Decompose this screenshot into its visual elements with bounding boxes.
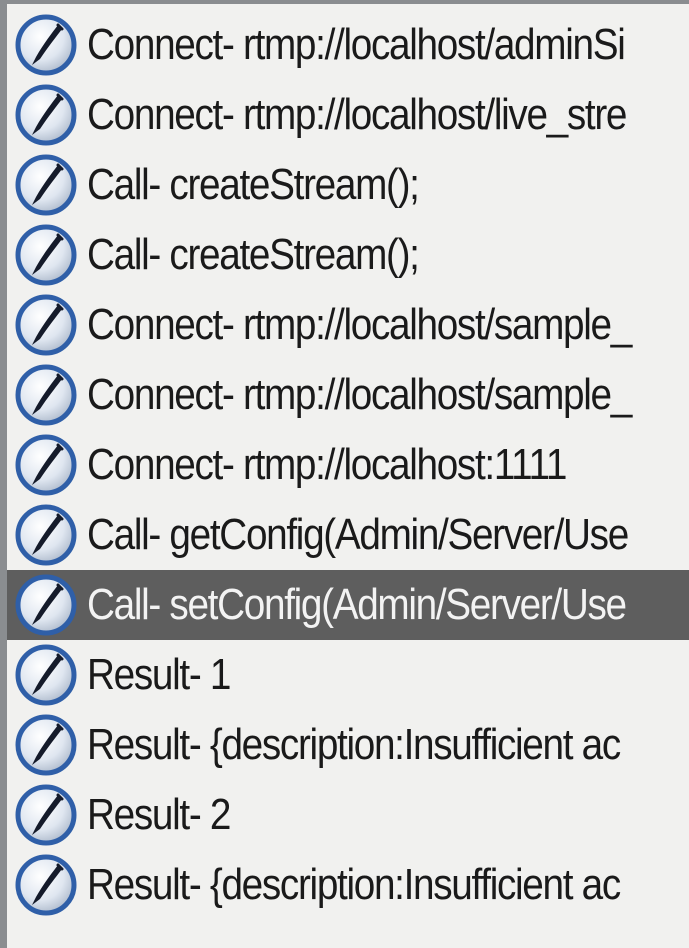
log-entry-text: Result- {description:Insufficient ac [87,720,621,769]
log-entry-text: Connect- rtmp://localhost/sample_ [87,370,632,419]
quill-pen-icon [13,432,79,498]
log-entry-selected[interactable]: Call- setConfig(Admin/Server/Use [7,570,689,640]
log-entry-text: Result- 2 [87,790,231,839]
quill-pen-icon [13,502,79,568]
log-entry[interactable]: Result- {description:Insufficient ac [7,710,689,780]
quill-pen-icon [13,642,79,708]
log-entry-text: Call- createStream(); [87,230,420,279]
quill-pen-icon [13,222,79,288]
quill-pen-icon [13,152,79,218]
message-log-panel: Connect- rtmp://localhost/adminSi Connec… [0,0,689,948]
log-entry[interactable]: Connect- rtmp://localhost:1111 [7,430,689,500]
log-entry-text: Connect- rtmp://localhost/live_stre [87,90,627,139]
log-entry[interactable]: Connect- rtmp://localhost/live_stre [7,80,689,150]
log-entry-text: Result- {description:Insufficient ac [87,860,621,909]
quill-pen-icon [13,82,79,148]
log-entry-text: Call- setConfig(Admin/Server/Use [87,580,627,629]
log-entry-text: Call- createStream(); [87,160,420,209]
log-entry[interactable]: Connect- rtmp://localhost/sample_ [7,290,689,360]
log-entry-text: Call- getConfig(Admin/Server/Use [87,510,629,559]
quill-pen-icon [13,782,79,848]
log-entry[interactable]: Call- getConfig(Admin/Server/Use [7,500,689,570]
log-entry[interactable]: Result- {description:Insufficient ac [7,850,689,920]
log-entry-text: Connect- rtmp://localhost:1111 [87,440,567,489]
quill-pen-icon [13,852,79,918]
log-entry-text: Connect- rtmp://localhost/sample_ [87,300,632,349]
log-entry[interactable]: Call- createStream(); [7,220,689,290]
quill-pen-icon [13,292,79,358]
quill-pen-icon [13,572,79,638]
log-entry[interactable]: Connect- rtmp://localhost/sample_ [7,360,689,430]
quill-pen-icon [13,12,79,78]
log-entry[interactable]: Result- 1 [7,640,689,710]
log-entry-text: Result- 1 [87,650,231,699]
log-entry[interactable]: Call- createStream(); [7,150,689,220]
log-entry[interactable]: Connect- rtmp://localhost/adminSi [7,10,689,80]
quill-pen-icon [13,712,79,778]
log-entry[interactable]: Result- 2 [7,780,689,850]
quill-pen-icon [13,362,79,428]
log-entry-text: Connect- rtmp://localhost/adminSi [87,20,626,69]
